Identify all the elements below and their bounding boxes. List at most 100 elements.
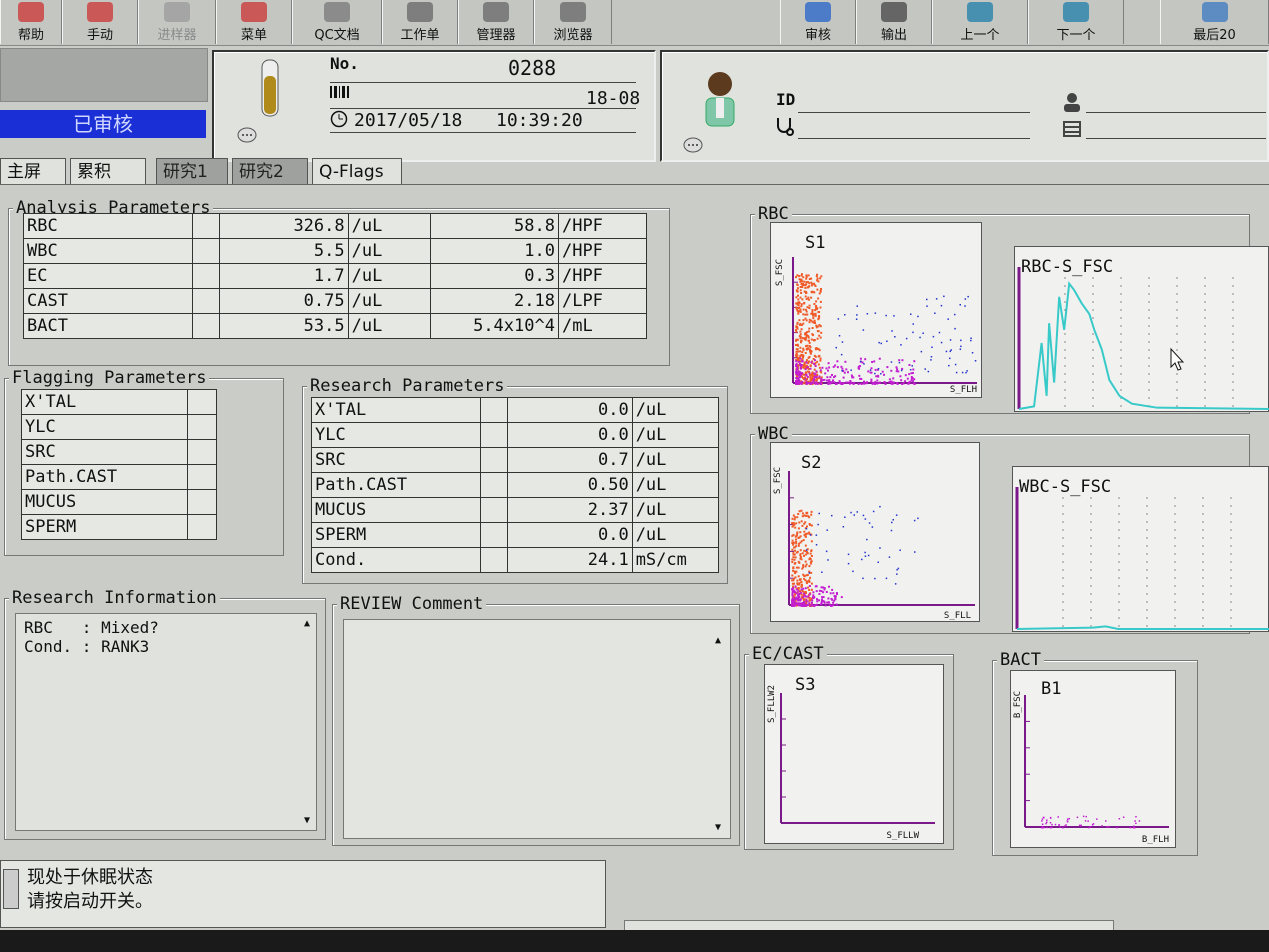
comment-icon[interactable] [236,126,258,146]
toolbar-button-2[interactable]: 手动 [62,0,138,44]
scatter-dot [824,604,827,607]
scatter-dot [844,360,847,363]
scatter-dot [795,306,798,309]
toolbar-button-3[interactable]: 进样器 [138,0,216,44]
scatter-dot [910,376,913,378]
research-unit: /uL [631,472,720,498]
scatter-dot [863,380,865,383]
review-comment-input[interactable] [343,619,731,839]
toolbar-button-label: 帮助 [17,28,44,43]
toolbar-button-6[interactable]: 工作单 [382,0,458,44]
scatter-dot [894,336,896,338]
scatter-dot [826,376,829,379]
toolbar-button-8[interactable]: 浏览器 [534,0,612,44]
s2-scattergram: S2 S_FSC S_FLL [770,442,980,622]
scatter-dot [791,517,794,520]
toolbar-button-7[interactable]: 管理器 [458,0,534,44]
scatter-dot [965,371,967,374]
scatter-dot [812,317,815,320]
scatter-dot [828,366,831,369]
scatter-dot [901,367,904,370]
scatter-dot [820,275,823,278]
toolbar-button-10[interactable]: 输出 [856,0,932,44]
scatter-dot [804,376,807,379]
validate-icon [805,2,831,22]
scatter-dot [844,516,846,518]
review-scroll-down-icon[interactable]: ▼ [715,822,721,833]
scatter-dot [1057,816,1059,818]
toolbar-button-1[interactable]: 帮助 [0,0,62,44]
scatter-dot [793,600,796,603]
scatter-dot [800,274,803,277]
s2-plot [788,471,975,607]
s1-scattergram: S1 S_FSC S_FLH [770,222,982,398]
toolbar-button-11[interactable]: 上一个 [932,0,1028,44]
scatter-dot [867,370,870,373]
bact-group-title: BACT [997,650,1044,670]
scatter-dot [810,571,813,574]
scatter-dot [816,598,818,601]
tab-research2[interactable]: 研究2 [232,158,308,184]
scatter-dot [818,512,820,515]
research-value: 0.7 [506,447,633,473]
tab-main[interactable]: 主屏 [0,158,66,184]
toolbar-button-12[interactable]: 下一个 [1028,0,1124,44]
toolbar-button-label: 进样器 [157,28,197,43]
scatter-dot [819,306,822,309]
scatter-dot [910,313,912,315]
scatter-dot [833,381,836,384]
toolbar-button-4[interactable]: 菜单 [216,0,292,44]
scatter-dot [1066,818,1069,820]
s3-scattergram: S3 S_FLLW2 S_FLLW [764,664,944,844]
flag-value [186,439,218,465]
tab-research1[interactable]: 研究1 [156,158,228,184]
message-scroll-icon[interactable] [3,869,19,909]
scatter-dot [797,544,800,547]
scatter-dot [812,379,815,381]
scatter-dot [804,535,807,538]
toolbar-button-13[interactable]: 最后20 [1160,0,1269,44]
scatter-dot [811,599,814,602]
scatter-dot [802,276,805,279]
scatter-dot [796,550,799,553]
param-value: 5.5 [219,238,349,264]
scatter-dot [809,576,812,579]
scatter-dot [1046,821,1048,823]
scatter-dot [799,578,802,581]
scatter-dot [812,594,815,597]
scroll-down-icon[interactable]: ▼ [304,815,310,826]
scatter-dot [895,370,898,373]
scatter-dot [904,380,907,383]
research-flag [480,447,508,473]
scatter-dot [820,371,823,374]
patient-comment-icon[interactable] [682,136,704,156]
table-row: MUCUS [21,489,218,515]
scatter-dot [899,375,902,378]
scatter-dot [800,303,803,306]
scatter-dot [894,583,897,585]
review-status-badge: 已审核 [0,110,206,138]
scatter-dot [817,297,820,300]
scatter-dot [801,524,804,527]
scatter-dot [819,382,822,385]
scatter-dot [798,536,801,539]
tab-qflags[interactable]: Q-Flags [312,158,402,184]
scatter-dot [796,583,799,586]
toolbar-button-5[interactable]: QC文档 [292,0,382,44]
scatter-dot [799,598,802,601]
toolbar-button-9[interactable]: 审核 [780,0,856,44]
scatter-dot [816,337,819,340]
scatter-dot [819,359,822,362]
scroll-up-icon[interactable]: ▲ [304,618,310,629]
scatter-dot [833,376,835,379]
tab-cumulative[interactable]: 累积 [70,158,146,184]
research-information-group: Research Information RBC : Mixed? Cond. … [4,588,326,840]
review-scroll-up-icon[interactable]: ▲ [715,635,721,646]
scatter-dot [974,360,977,362]
scatter-dot [797,575,800,578]
scatter-dot [1046,819,1048,821]
scatter-dot [803,549,806,552]
patient-info-panel: ID [660,50,1269,162]
scatter-dot [816,360,819,363]
research-value: 2.37 [506,497,633,523]
